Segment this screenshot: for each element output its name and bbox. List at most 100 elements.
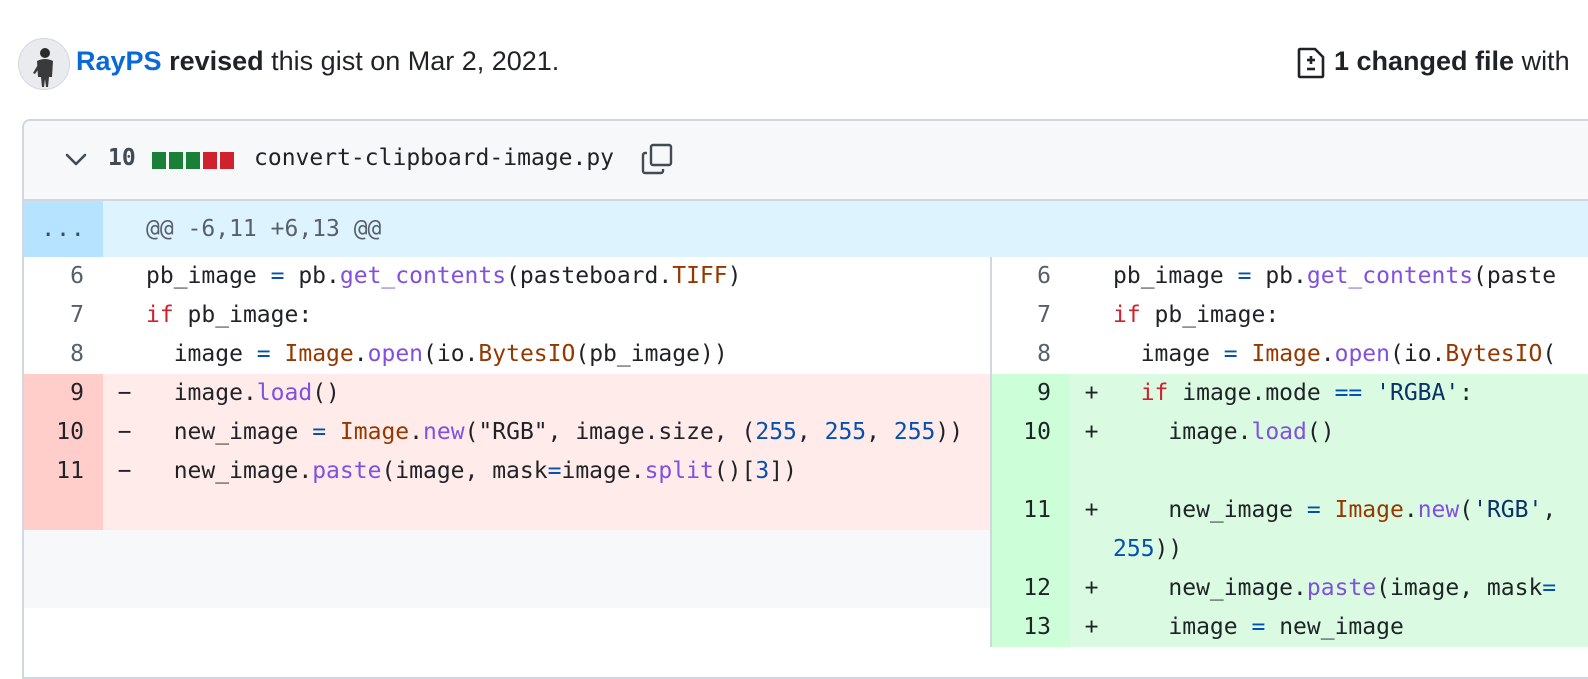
code-token: ]) xyxy=(769,458,797,484)
code-token: load xyxy=(256,380,313,406)
code-token: pb_image: xyxy=(173,302,313,328)
avatar[interactable] xyxy=(18,38,70,90)
code-token: (image, mask xyxy=(381,458,548,484)
code-token: . xyxy=(1320,341,1335,367)
diff-marker: − xyxy=(117,458,132,484)
author-link[interactable]: RayPS xyxy=(76,46,162,76)
code-token: = xyxy=(1223,341,1238,367)
revision-date-text: this gist on Mar 2, 2021. xyxy=(263,46,560,76)
code-token: image xyxy=(1113,341,1224,367)
code-token: () xyxy=(312,380,340,406)
diff-marker xyxy=(1070,296,1113,335)
code-token: pb_image xyxy=(146,263,271,289)
code-token: pb. xyxy=(284,263,340,289)
changed-files-count: 1 changed file xyxy=(1334,46,1515,76)
line-number[interactable]: 6 xyxy=(24,257,103,296)
code-line: if image.mode == 'RGBA': xyxy=(1113,374,1588,413)
line-number[interactable]: 13 xyxy=(992,608,1070,647)
code-token: , xyxy=(796,419,825,445)
diff-row: 6 pb_image = pb.get_contents(pasteboard.T… xyxy=(24,257,990,296)
diff-row: 6 pb_image = pb.get_contents(paste xyxy=(992,257,1588,296)
code-token: (io. xyxy=(1390,341,1446,367)
diff-marker: − xyxy=(117,419,132,445)
code-token: = xyxy=(1237,263,1252,289)
diff-row: 12 + new_image.paste(image, mask= xyxy=(992,569,1588,608)
file-name[interactable]: convert-clipboard-image.py xyxy=(254,145,614,171)
diffstat-add-block xyxy=(169,152,183,169)
line-number[interactable]: 12 xyxy=(992,569,1070,608)
line-number[interactable]: 9 xyxy=(992,374,1070,413)
code-token: Image xyxy=(1251,341,1321,367)
code-line: new_image = Image.new('RGB', xyxy=(1113,491,1588,530)
code-token: 255 xyxy=(824,419,867,445)
line-number[interactable]: 7 xyxy=(992,296,1070,335)
code-line: if pb_image: xyxy=(146,296,990,335)
code-token: (io. xyxy=(423,341,479,367)
line-number[interactable]: 6 xyxy=(992,257,1070,296)
diff-marker xyxy=(103,491,146,530)
chevron-down-icon[interactable] xyxy=(64,150,88,170)
diffstat-bar xyxy=(152,152,237,169)
diff-marker: + xyxy=(1084,614,1099,640)
line-number xyxy=(24,491,103,530)
changes-count: 10 xyxy=(108,145,136,171)
code-line: pb_image = pb.get_contents(pasteboard.TI… xyxy=(146,257,990,296)
code-token: paste xyxy=(1306,575,1377,601)
code-token: ) xyxy=(727,263,742,289)
line-number xyxy=(24,530,103,569)
line-number[interactable]: 10 xyxy=(992,413,1070,452)
code-token: 3 xyxy=(755,458,770,484)
line-number[interactable]: 11 xyxy=(992,491,1070,530)
code-line: new_image.paste(image, mask= xyxy=(1113,569,1588,608)
copy-icon[interactable] xyxy=(640,142,674,176)
code-token: : xyxy=(1459,380,1474,406)
code-token: = xyxy=(1542,575,1557,601)
code-token: , xyxy=(866,419,894,445)
code-token: open xyxy=(1334,341,1390,367)
line-number[interactable]: 11 xyxy=(24,452,103,491)
code-line: 255)) xyxy=(1113,530,1588,569)
code-token: load xyxy=(1251,419,1307,445)
code-line: image.load() xyxy=(1113,413,1588,452)
code-token: if xyxy=(1113,302,1141,328)
code-token: 255 xyxy=(1113,536,1155,562)
code-token: = xyxy=(1306,497,1321,523)
diff-marker xyxy=(103,257,146,296)
revision-header: RayPS revised this gist on Mar 2, 2021. … xyxy=(18,38,1588,90)
code-line: new_image.paste(image, mask=image.split(… xyxy=(146,452,990,491)
diff-row: 7 if pb_image: xyxy=(992,296,1588,335)
code-token: image xyxy=(1113,614,1252,640)
line-number[interactable]: 8 xyxy=(24,335,103,374)
code-token: (pb_image)) xyxy=(575,341,728,367)
code-token: new_image xyxy=(1113,497,1307,523)
code-token: if xyxy=(1140,380,1169,406)
line-number[interactable]: 8 xyxy=(992,335,1070,374)
code-line: pb_image = pb.get_contents(paste xyxy=(1113,257,1588,296)
code-line: image.load() xyxy=(146,374,990,413)
line-number[interactable]: 10 xyxy=(24,413,103,452)
line-number[interactable]: 7 xyxy=(24,296,103,335)
diff-row: 11 + new_image = Image.new('RGB', xyxy=(992,491,1588,530)
code-token: new_image. xyxy=(146,458,313,484)
code-line: image = Image.open(io.BytesIO(pb_image)) xyxy=(146,335,990,374)
line-number[interactable]: 9 xyxy=(24,374,103,413)
diff-row: 255)) xyxy=(992,530,1588,569)
diff-row: 7 if pb_image: xyxy=(24,296,990,335)
code-token: = xyxy=(1251,614,1266,640)
code-token: ("RGB", image.size, ( xyxy=(464,419,756,445)
diff-marker: + xyxy=(1084,497,1099,523)
expand-hunk-button[interactable]: ... xyxy=(24,201,103,257)
code-token: 'RGB' xyxy=(1473,497,1543,523)
code-token: get_contents xyxy=(339,263,507,289)
hunk-header: ... @@ -6,11 +6,13 @@ xyxy=(24,201,1588,257)
revision-action: revised xyxy=(169,46,264,76)
code-token: new xyxy=(423,419,465,445)
code-token: image. xyxy=(146,380,257,406)
code-token: pb_image: xyxy=(1140,302,1280,328)
code-token: TIFF xyxy=(672,263,728,289)
diff-marker xyxy=(1070,335,1113,374)
